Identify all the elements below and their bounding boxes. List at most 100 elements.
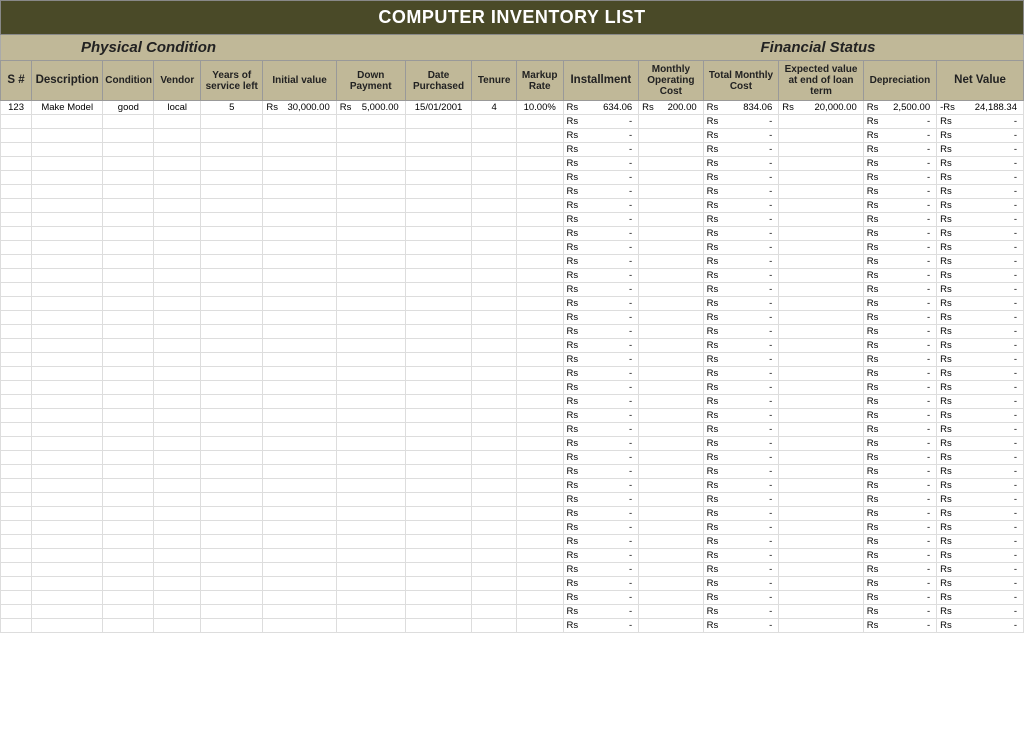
cell[interactable] <box>154 395 201 409</box>
cell[interactable] <box>336 227 405 241</box>
cell[interactable] <box>405 213 472 227</box>
cell[interactable] <box>1 577 32 591</box>
cell[interactable] <box>32 591 103 605</box>
cell[interactable] <box>779 549 864 563</box>
cell[interactable]: Rs- <box>937 423 1024 437</box>
cell[interactable]: Rs- <box>563 591 639 605</box>
cell[interactable] <box>1 437 32 451</box>
cell[interactable]: Rs- <box>703 409 779 423</box>
cell[interactable] <box>1 465 32 479</box>
cell[interactable]: Rs- <box>563 507 639 521</box>
cell[interactable]: Rs- <box>863 297 936 311</box>
cell[interactable] <box>1 171 32 185</box>
cell[interactable]: Rs- <box>937 339 1024 353</box>
cell[interactable]: Rs- <box>863 507 936 521</box>
cell[interactable] <box>1 409 32 423</box>
cell[interactable] <box>779 297 864 311</box>
cell[interactable]: Rs- <box>937 213 1024 227</box>
cell[interactable] <box>779 157 864 171</box>
col-exp[interactable]: Expected value at end of loan term <box>779 61 864 101</box>
cell[interactable] <box>154 381 201 395</box>
cell[interactable] <box>201 395 263 409</box>
cell[interactable]: Rs- <box>863 143 936 157</box>
cell[interactable] <box>1 199 32 213</box>
cell[interactable]: Rs- <box>937 437 1024 451</box>
cell[interactable]: Rs200.00 <box>639 101 703 115</box>
cell[interactable] <box>201 381 263 395</box>
cell[interactable] <box>472 227 516 241</box>
cell[interactable] <box>779 129 864 143</box>
cell[interactable] <box>472 395 516 409</box>
cell[interactable] <box>472 143 516 157</box>
cell[interactable] <box>201 213 263 227</box>
cell[interactable]: Rs- <box>937 297 1024 311</box>
cell[interactable] <box>639 605 703 619</box>
cell[interactable]: Rs- <box>703 199 779 213</box>
cell[interactable]: good <box>103 101 154 115</box>
cell[interactable] <box>405 465 472 479</box>
cell[interactable]: Rs- <box>563 605 639 619</box>
cell[interactable] <box>779 493 864 507</box>
cell[interactable] <box>405 493 472 507</box>
cell[interactable] <box>472 115 516 129</box>
cell[interactable] <box>516 395 563 409</box>
cell[interactable] <box>639 269 703 283</box>
cell[interactable] <box>639 325 703 339</box>
cell[interactable] <box>779 619 864 633</box>
cell[interactable] <box>516 171 563 185</box>
cell[interactable] <box>516 255 563 269</box>
cell[interactable]: Rs30,000.00 <box>263 101 336 115</box>
cell[interactable] <box>336 605 405 619</box>
cell[interactable]: Rs- <box>863 563 936 577</box>
cell[interactable]: Rs- <box>937 409 1024 423</box>
cell[interactable] <box>472 451 516 465</box>
cell[interactable] <box>405 521 472 535</box>
cell[interactable]: Rs- <box>563 283 639 297</box>
cell[interactable] <box>201 129 263 143</box>
cell[interactable] <box>154 115 201 129</box>
cell[interactable] <box>263 479 336 493</box>
cell[interactable] <box>154 451 201 465</box>
cell[interactable] <box>32 451 103 465</box>
col-dep[interactable]: Depreciation <box>863 61 936 101</box>
cell[interactable] <box>32 255 103 269</box>
cell[interactable] <box>779 325 864 339</box>
cell[interactable] <box>336 255 405 269</box>
cell[interactable]: Rs- <box>563 185 639 199</box>
cell[interactable] <box>201 437 263 451</box>
cell[interactable] <box>154 255 201 269</box>
cell[interactable] <box>639 129 703 143</box>
cell[interactable] <box>516 507 563 521</box>
cell[interactable] <box>516 311 563 325</box>
cell[interactable]: Rs- <box>703 591 779 605</box>
cell[interactable] <box>1 269 32 283</box>
cell[interactable] <box>103 577 154 591</box>
cell[interactable]: Rs- <box>703 227 779 241</box>
cell[interactable]: Rs20,000.00 <box>779 101 864 115</box>
cell[interactable] <box>201 577 263 591</box>
cell[interactable] <box>103 325 154 339</box>
cell[interactable] <box>201 353 263 367</box>
cell[interactable] <box>263 563 336 577</box>
cell[interactable] <box>639 535 703 549</box>
cell[interactable] <box>154 577 201 591</box>
cell[interactable]: Rs- <box>563 143 639 157</box>
cell[interactable] <box>639 395 703 409</box>
cell[interactable]: Rs- <box>563 325 639 339</box>
cell[interactable] <box>1 535 32 549</box>
cell[interactable] <box>263 493 336 507</box>
cell[interactable] <box>779 605 864 619</box>
cell[interactable] <box>779 409 864 423</box>
cell[interactable] <box>336 437 405 451</box>
cell[interactable]: Rs- <box>937 115 1024 129</box>
col-vend[interactable]: Vendor <box>154 61 201 101</box>
cell[interactable] <box>516 381 563 395</box>
cell[interactable]: Rs- <box>703 521 779 535</box>
cell[interactable] <box>779 507 864 521</box>
cell[interactable] <box>32 381 103 395</box>
cell[interactable] <box>201 367 263 381</box>
cell[interactable] <box>103 619 154 633</box>
col-moc[interactable]: Monthly Operating Cost <box>639 61 703 101</box>
cell[interactable]: Rs- <box>863 605 936 619</box>
cell[interactable] <box>779 465 864 479</box>
